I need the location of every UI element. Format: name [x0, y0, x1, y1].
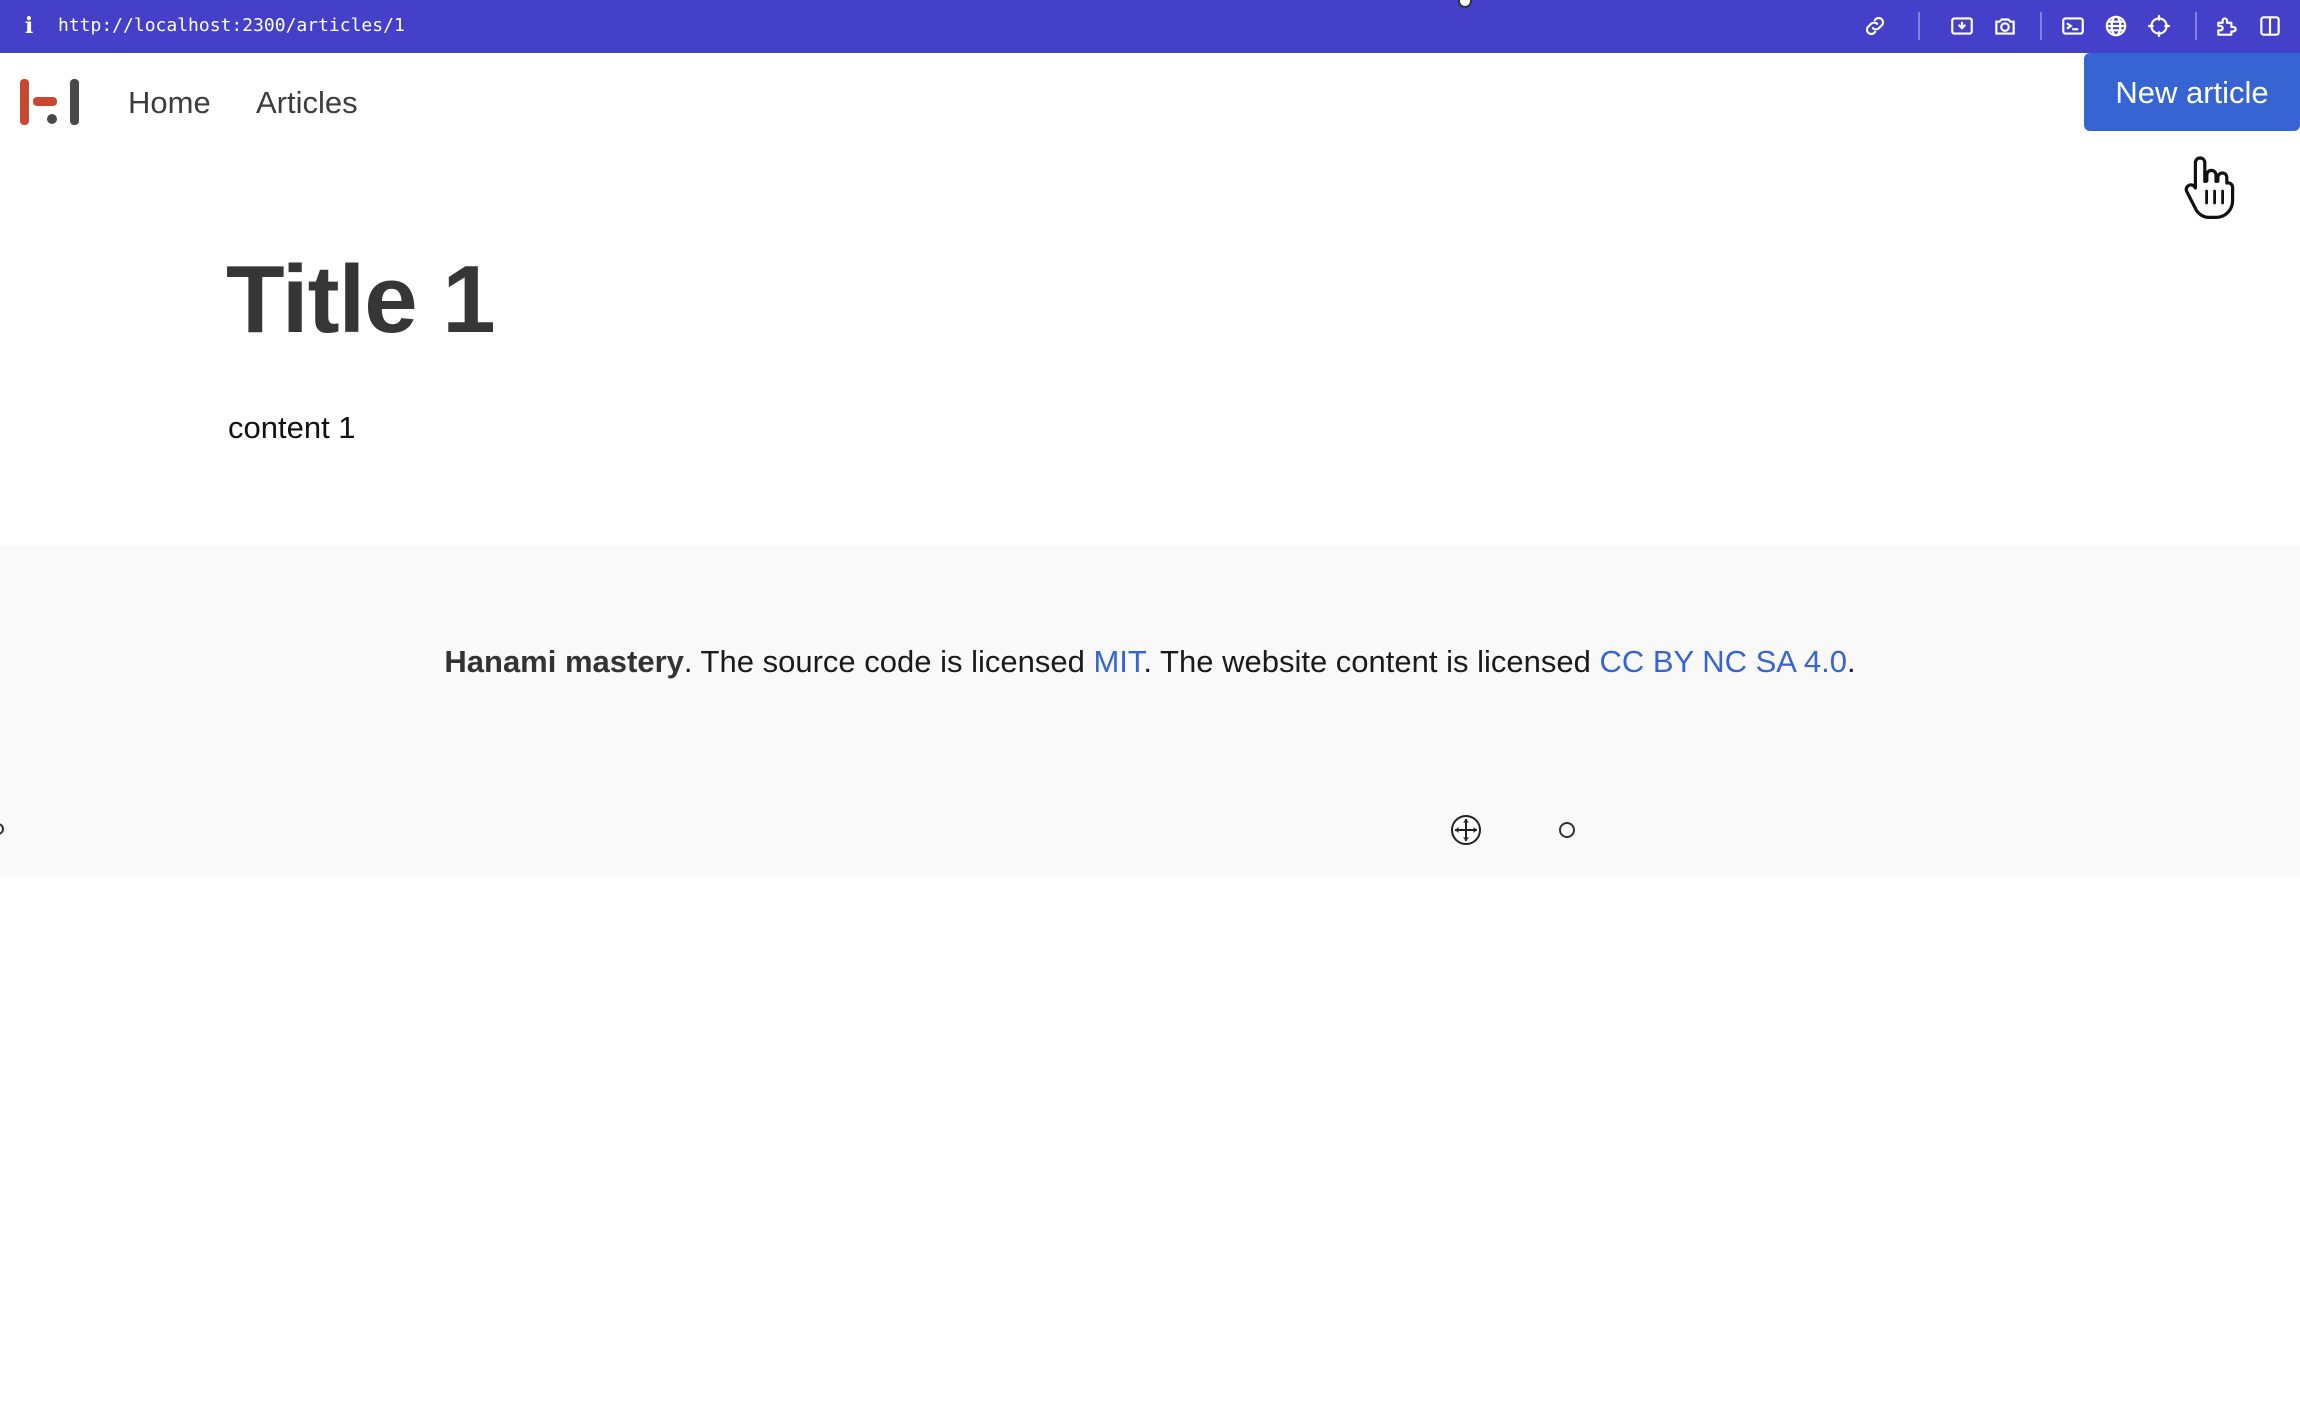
toolbar-divider: [2040, 12, 2042, 40]
footer-brand: Hanami mastery: [444, 644, 684, 679]
hanami-logo[interactable]: [20, 77, 82, 127]
footer-text-segment: . The source code is licensed: [683, 644, 1094, 679]
nav-articles-link[interactable]: Articles: [256, 83, 358, 123]
crosshair-icon[interactable]: [2144, 11, 2174, 41]
toolbar-divider: [2195, 12, 2197, 40]
footer-text-segment: . The website content is licensed: [1143, 644, 1600, 679]
hand-pointer-cursor-icon: [2184, 156, 2235, 219]
screenshot-area-icon[interactable]: [1947, 11, 1977, 41]
footer-text-segment: .: [1846, 644, 1856, 679]
selection-handle[interactable]: [1559, 822, 1575, 838]
url-bar[interactable]: http://localhost:2300/articles/1: [58, 11, 405, 41]
info-icon[interactable]: i: [22, 10, 36, 42]
cc-license-link[interactable]: CC BY NC SA 4.0: [1599, 644, 1847, 679]
browser-toolbar: i http://localhost:2300/articles/1: [0, 0, 2300, 53]
terminal-icon[interactable]: [2058, 11, 2088, 41]
toolbar-divider: [1918, 12, 1920, 40]
new-article-button[interactable]: New article: [2084, 53, 2300, 131]
move-handle-icon[interactable]: [1450, 814, 1482, 846]
sidebar-icon[interactable]: [2255, 11, 2285, 41]
article-title: Title 1: [226, 246, 496, 353]
mit-license-link[interactable]: MIT: [1093, 644, 1143, 679]
site-footer: Hanami mastery. The source code is licen…: [0, 545, 2300, 877]
site-header: Home Articles New article: [0, 53, 2300, 219]
article-content: content 1: [228, 410, 356, 445]
link-icon[interactable]: [1860, 11, 1890, 41]
extensions-icon[interactable]: [2212, 11, 2242, 41]
footer-license-text: Hanami mastery. The source code is licen…: [0, 641, 2300, 683]
nav-home-link[interactable]: Home: [128, 83, 211, 123]
globe-icon[interactable]: [2101, 11, 2131, 41]
camera-icon[interactable]: [1990, 11, 2020, 41]
